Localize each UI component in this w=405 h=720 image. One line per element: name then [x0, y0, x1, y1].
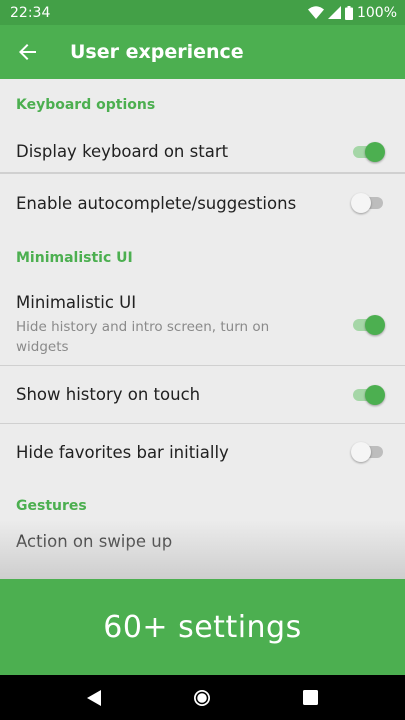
display-keyboard-toggle[interactable]	[353, 141, 385, 162]
pref-action-on-swipe-up[interactable]: Action on swipe up	[0, 532, 405, 558]
back-button[interactable]	[0, 25, 56, 79]
hide-favorites-toggle[interactable]	[351, 442, 383, 462]
pref-title: Enable autocomplete/suggestions	[16, 193, 297, 213]
pref-summary: Hide history and intro screen, turn on w…	[16, 318, 270, 355]
pref-title: Display keyboard on start	[16, 142, 229, 161]
back-triangle-icon	[87, 689, 102, 706]
recents-square-icon	[303, 690, 319, 705]
signal-icon	[327, 6, 341, 19]
pref-text: Minimalistic UI Hide history and intro s…	[16, 293, 306, 357]
promo-text: 60+ settings	[103, 609, 302, 645]
section-header-gestures: Gestures	[16, 498, 87, 514]
pref-hide-favorites-bar[interactable]: Hide favorites bar initially	[0, 424, 405, 480]
status-bar: 22:34 100%	[0, 0, 405, 25]
autocomplete-toggle[interactable]	[351, 193, 383, 213]
nav-recents-button[interactable]	[291, 678, 331, 718]
pref-show-history-on-touch[interactable]: Show history on touch	[0, 366, 405, 424]
promo-banner: 60+ settings	[0, 579, 405, 675]
pref-minimalistic-ui[interactable]: Minimalistic UI Hide history and intro s…	[0, 284, 405, 366]
toggle-thumb	[365, 141, 385, 162]
show-history-toggle[interactable]	[353, 384, 385, 405]
section-header-keyboard-options: Keyboard options	[16, 97, 156, 113]
status-time: 22:34	[10, 4, 51, 21]
pref-title: Minimalistic UI	[16, 292, 137, 312]
nav-back-button[interactable]	[74, 678, 114, 718]
toggle-thumb	[365, 314, 385, 335]
home-circle-icon	[194, 689, 211, 706]
pref-title: Action on swipe up	[16, 532, 173, 551]
toggle-thumb	[351, 442, 371, 462]
battery-percent: 100%	[356, 4, 397, 21]
minimalistic-ui-toggle[interactable]	[353, 314, 385, 335]
arrow-back-icon	[19, 44, 36, 60]
pref-title: Hide favorites bar initially	[16, 442, 229, 462]
status-icons: 100%	[307, 4, 397, 21]
section-header-minimalistic-ui: Minimalistic UI	[16, 250, 133, 266]
wifi-icon	[307, 6, 324, 19]
toggle-thumb	[365, 384, 385, 405]
pref-display-keyboard-on-start[interactable]: Display keyboard on start	[0, 131, 405, 173]
battery-icon	[344, 5, 353, 20]
pref-enable-autocomplete[interactable]: Enable autocomplete/suggestions	[0, 173, 405, 232]
pref-title: Show history on touch	[16, 385, 201, 404]
page-title: User experience	[70, 41, 244, 63]
app-bar: User experience	[0, 25, 405, 79]
navigation-bar	[0, 675, 405, 720]
preferences-list[interactable]: Keyboard options Display keyboard on sta…	[0, 79, 405, 579]
toggle-thumb	[351, 193, 371, 213]
nav-home-button[interactable]	[182, 678, 222, 718]
